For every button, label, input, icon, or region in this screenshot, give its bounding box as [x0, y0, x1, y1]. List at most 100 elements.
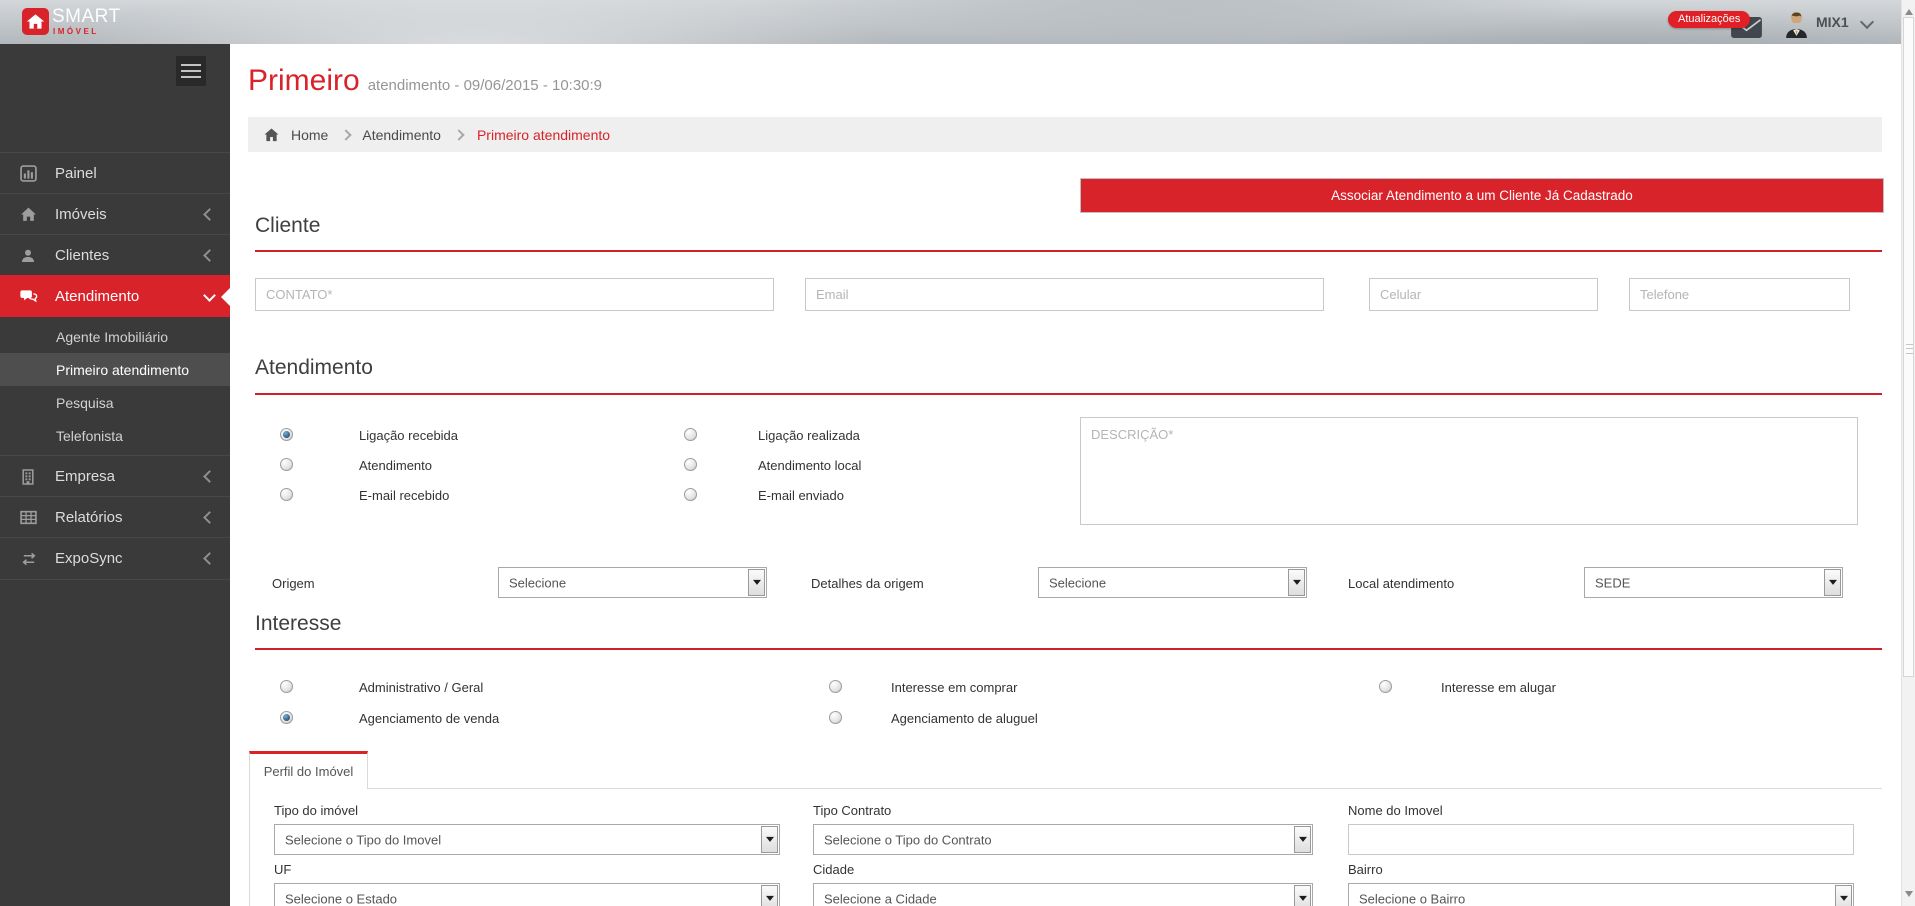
sidebar-item-exposync[interactable]: ExpoSync	[0, 537, 230, 580]
sidebar-toggle-button[interactable]	[176, 56, 206, 86]
sidebar-item-atendimento[interactable]: Atendimento	[0, 275, 230, 317]
tipo-contrato-select-value: Selecione o Tipo do Contrato	[824, 832, 992, 847]
radio-agenciamento-venda[interactable]	[280, 711, 293, 724]
dropdown-arrow-icon	[1294, 885, 1311, 906]
dropdown-arrow-icon	[748, 569, 765, 596]
vertical-scrollbar[interactable]	[1901, 0, 1915, 906]
dropdown-arrow-icon	[1288, 569, 1305, 596]
sidebar-item-empresa[interactable]: Empresa	[0, 455, 230, 497]
email-input[interactable]	[805, 278, 1324, 311]
tipo-imovel-select-value: Selecione o Tipo do Imovel	[285, 832, 441, 847]
sidebar-item-painel[interactable]: Painel	[0, 152, 230, 194]
breadcrumb: Home Atendimento Primeiro atendimento	[248, 117, 1882, 152]
sidebar-item-label: Empresa	[55, 468, 115, 485]
radio-label: Atendimento	[359, 458, 432, 473]
tipo-contrato-label: Tipo Contrato	[813, 803, 891, 818]
sidebar-item-label: Imóveis	[55, 206, 107, 223]
chevron-right-icon	[453, 129, 464, 140]
home-icon	[20, 206, 38, 223]
dropdown-arrow-icon	[761, 885, 778, 906]
username-label[interactable]: MIX1	[1816, 14, 1849, 30]
sidebar-subitem-label: Pesquisa	[56, 395, 114, 411]
sidebar-item-label: Relatórios	[55, 509, 123, 526]
scroll-down-arrow-icon[interactable]	[1905, 891, 1913, 901]
section-heading-cliente: Cliente	[255, 214, 320, 238]
celular-input[interactable]	[1369, 278, 1598, 311]
radio-agenciamento-aluguel[interactable]	[829, 711, 842, 724]
updates-badge[interactable]: Atualizações	[1668, 11, 1750, 28]
sidebar-item-imoveis[interactable]: Imóveis	[0, 193, 230, 235]
nome-imovel-input[interactable]	[1348, 824, 1854, 855]
radio-label: Ligação realizada	[758, 428, 860, 443]
radio-ligacao-recebida[interactable]	[280, 428, 293, 441]
chevron-left-icon	[203, 511, 216, 524]
breadcrumb-atendimento[interactable]: Atendimento	[362, 127, 441, 143]
sidebar-item-relatorios[interactable]: Relatórios	[0, 496, 230, 538]
tab-panel-border	[249, 788, 250, 906]
radio-label: Agenciamento de venda	[359, 711, 499, 726]
cidade-label: Cidade	[813, 862, 854, 877]
tipo-imovel-select[interactable]: Selecione o Tipo do Imovel	[274, 824, 780, 855]
section-divider	[255, 393, 1882, 395]
brand-name: SMART	[52, 6, 121, 28]
origem-select[interactable]: Selecione	[498, 567, 767, 598]
section-heading-atendimento: Atendimento	[255, 356, 373, 380]
radio-interesse-alugar[interactable]	[1379, 680, 1392, 693]
associate-client-button[interactable]: Associar Atendimento a um Cliente Já Cad…	[1080, 178, 1884, 213]
detalhes-origem-label: Detalhes da origem	[811, 576, 924, 591]
radio-label: Atendimento local	[758, 458, 861, 473]
bairro-select-value: Selecione o Bairro	[1359, 891, 1465, 906]
sidebar-subitem-telefonista[interactable]: Telefonista	[0, 419, 230, 452]
sync-arrows-icon	[20, 552, 38, 566]
dropdown-arrow-icon	[1294, 826, 1311, 853]
page-title-subtitle: atendimento - 09/06/2015 - 10:30:9	[368, 77, 602, 94]
sidebar-item-label: Atendimento	[55, 288, 139, 305]
local-atendimento-select[interactable]: SEDE	[1584, 567, 1843, 598]
house-logo-icon	[26, 12, 45, 31]
radio-interesse-comprar[interactable]	[829, 680, 842, 693]
section-divider	[255, 250, 1882, 252]
radio-email-recebido[interactable]	[280, 488, 293, 501]
chevron-left-icon	[203, 552, 216, 565]
contato-input[interactable]	[255, 278, 774, 311]
telefone-input[interactable]	[1629, 278, 1850, 311]
tipo-imovel-label: Tipo do imóvel	[274, 803, 358, 818]
building-icon	[20, 469, 38, 485]
detalhes-origem-select[interactable]: Selecione	[1038, 567, 1307, 598]
sidebar-item-clientes[interactable]: Clientes	[0, 234, 230, 276]
radio-atendimento[interactable]	[280, 458, 293, 471]
sidebar-item-label: ExpoSync	[55, 550, 123, 567]
bairro-select[interactable]: Selecione o Bairro	[1348, 883, 1854, 906]
local-atendimento-select-value: SEDE	[1595, 575, 1630, 590]
sidebar-subitem-label: Telefonista	[56, 428, 123, 444]
scroll-up-arrow-icon[interactable]	[1905, 5, 1913, 15]
brand-logo[interactable]	[22, 8, 49, 35]
chat-bubbles-icon	[20, 289, 38, 305]
hamburger-icon	[181, 64, 201, 66]
descricao-textarea[interactable]	[1080, 417, 1858, 525]
cidade-select[interactable]: Selecione a Cidade	[813, 883, 1313, 906]
radio-administrativo-geral[interactable]	[280, 680, 293, 693]
radio-atendimento-local[interactable]	[684, 458, 697, 471]
tipo-contrato-select[interactable]: Selecione o Tipo do Contrato	[813, 824, 1313, 855]
user-menu-chevron-down-icon[interactable]	[1860, 15, 1874, 29]
sidebar-subitem-primeiro-atendimento[interactable]: Primeiro atendimento	[0, 353, 230, 386]
sidebar-item-label: Painel	[55, 165, 97, 182]
bar-chart-icon	[20, 165, 38, 182]
user-avatar[interactable]	[1784, 11, 1809, 43]
breadcrumb-home[interactable]: Home	[291, 127, 328, 143]
scrollbar-thumb[interactable]	[1903, 17, 1914, 677]
radio-ligacao-realizada[interactable]	[684, 428, 697, 441]
cidade-select-value: Selecione a Cidade	[824, 891, 937, 906]
tab-perfil-do-imovel[interactable]: Perfil do Imóvel	[249, 751, 368, 789]
radio-label: E-mail enviado	[758, 488, 844, 503]
top-header: SMART IMÓVEL Atualizações MIX1	[0, 0, 1901, 44]
sidebar-subitem-agente-imobiliario[interactable]: Agente Imobiliário	[0, 320, 230, 353]
sidebar-subitem-pesquisa[interactable]: Pesquisa	[0, 386, 230, 419]
sidebar-item-label: Clientes	[55, 247, 109, 264]
radio-label: Agenciamento de aluguel	[891, 711, 1038, 726]
sidebar-subitem-label: Agente Imobiliário	[56, 329, 168, 345]
radio-email-enviado[interactable]	[684, 488, 697, 501]
uf-select-value: Selecione o Estado	[285, 891, 397, 906]
uf-select[interactable]: Selecione o Estado	[274, 883, 780, 906]
